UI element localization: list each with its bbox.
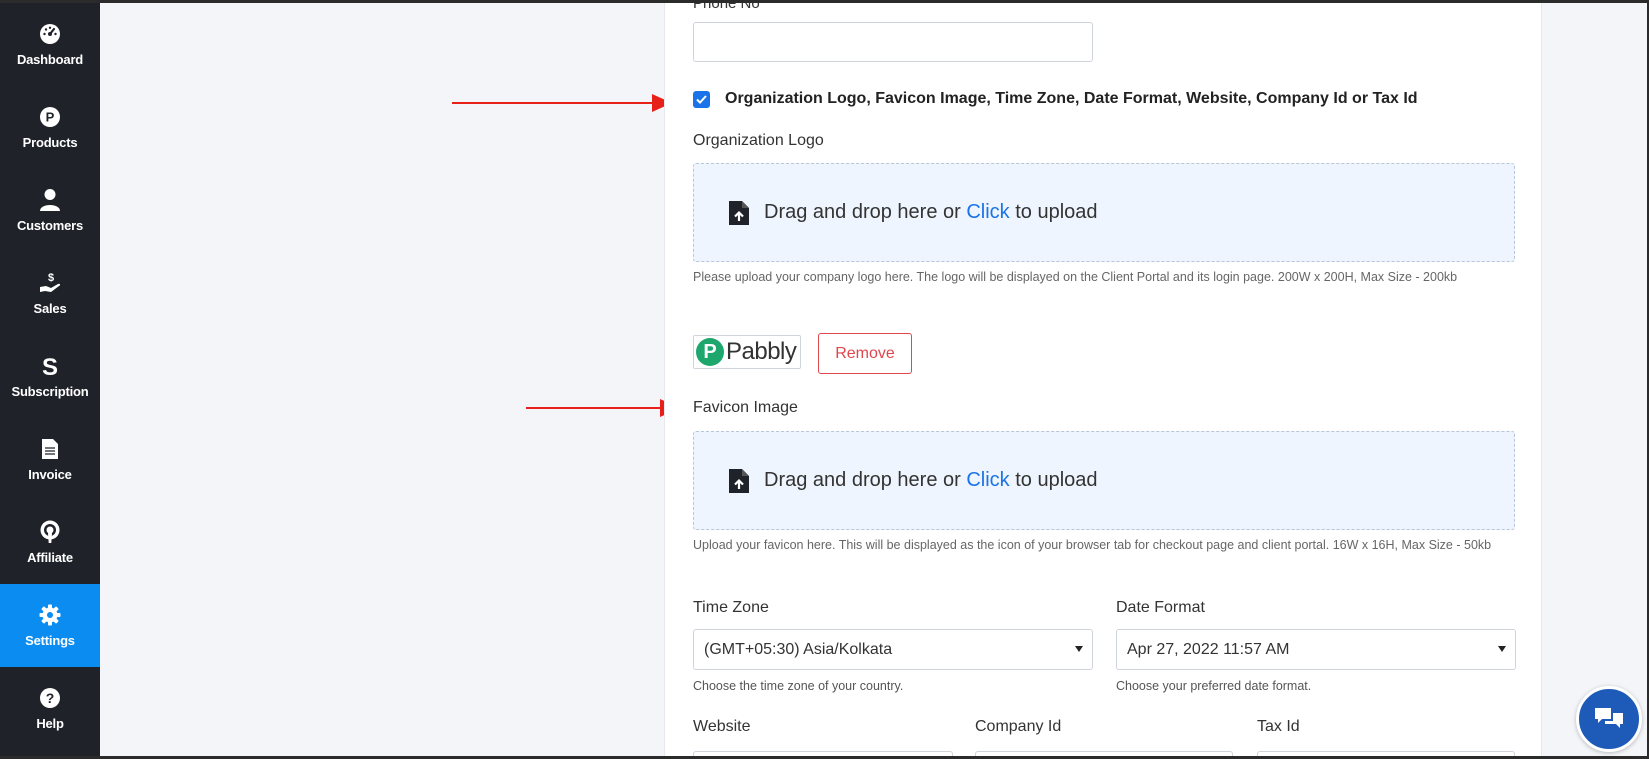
- sidebar-item-label: Products: [22, 135, 78, 150]
- sidebar-item-label: Affiliate: [27, 550, 73, 565]
- sidebar: Dashboard P Products Customers $ Sales S…: [0, 3, 100, 756]
- help-icon: ?: [38, 686, 62, 710]
- date-format-value: Apr 27, 2022 11:57 AM: [1127, 640, 1290, 658]
- annotation-arrow: [452, 94, 672, 112]
- date-format-select[interactable]: Apr 27, 2022 11:57 AM: [1116, 629, 1516, 670]
- favicon-dropzone[interactable]: Drag and drop here or Click to upload: [693, 431, 1515, 530]
- sidebar-item-label: Invoice: [28, 467, 72, 482]
- extra-fields-label: Organization Logo, Favicon Image, Time Z…: [725, 90, 1418, 107]
- dashboard-icon: [38, 22, 62, 46]
- svg-text:S: S: [42, 354, 58, 378]
- logo-preview-text: Pabbly: [726, 338, 797, 365]
- phone-label: Phone No: [693, 3, 760, 12]
- annotation-arrow: [526, 399, 680, 417]
- chevron-down-icon: [1498, 646, 1506, 652]
- affiliate-icon: [38, 520, 62, 544]
- time-zone-value: (GMT+05:30) Asia/Kolkata: [704, 640, 893, 658]
- svg-text:?: ?: [46, 690, 55, 706]
- sidebar-item-label: Subscription: [11, 384, 89, 399]
- favicon-help: Upload your favicon here. This will be d…: [693, 538, 1492, 552]
- pabbly-logo-icon: P: [696, 338, 724, 366]
- chevron-down-icon: [1075, 646, 1083, 652]
- click-upload-link[interactable]: Click: [966, 469, 1009, 491]
- website-input[interactable]: [693, 751, 953, 756]
- check-icon: [696, 94, 707, 104]
- file-upload-icon: [729, 200, 749, 225]
- time-zone-select[interactable]: (GMT+05:30) Asia/Kolkata: [693, 629, 1093, 670]
- sidebar-item-products[interactable]: P Products: [0, 86, 100, 169]
- customers-icon: [38, 188, 62, 212]
- phone-input[interactable]: [693, 22, 1093, 62]
- gear-icon: [38, 603, 62, 627]
- org-logo-dropzone[interactable]: Drag and drop here or Click to upload: [693, 163, 1515, 262]
- sidebar-item-dashboard[interactable]: Dashboard: [0, 3, 100, 86]
- date-format-help: Choose your preferred date format.: [1116, 679, 1312, 693]
- org-logo-label: Organization Logo: [693, 132, 824, 149]
- company-id-label: Company Id: [975, 718, 1062, 735]
- sidebar-item-settings[interactable]: Settings: [0, 584, 100, 667]
- sidebar-item-customers[interactable]: Customers: [0, 169, 100, 252]
- svg-text:$: $: [48, 272, 54, 284]
- remove-logo-button[interactable]: Remove: [818, 333, 912, 374]
- click-upload-link[interactable]: Click: [966, 201, 1009, 223]
- website-label: Website: [693, 718, 751, 735]
- sidebar-item-affiliate[interactable]: Affiliate: [0, 501, 100, 584]
- sales-icon: $: [38, 271, 62, 295]
- favicon-label: Favicon Image: [693, 399, 798, 416]
- sidebar-item-sales[interactable]: $ Sales: [0, 252, 100, 335]
- subscription-icon: S: [38, 354, 62, 378]
- extra-fields-toggle[interactable]: Organization Logo, Favicon Image, Time Z…: [693, 90, 1418, 108]
- logo-preview: P Pabbly: [693, 335, 801, 369]
- dropzone-text: Drag and drop here or Click to upload: [764, 201, 1098, 223]
- date-format-label: Date Format: [1116, 599, 1205, 616]
- sidebar-item-label: Settings: [25, 633, 75, 648]
- invoice-icon: [38, 437, 62, 461]
- sidebar-item-invoice[interactable]: Invoice: [0, 418, 100, 501]
- products-icon: P: [38, 105, 62, 129]
- time-zone-help: Choose the time zone of your country.: [693, 679, 904, 693]
- org-logo-help: Please upload your company logo here. Th…: [693, 270, 1458, 284]
- app-window: Dashboard P Products Customers $ Sales S…: [0, 3, 1647, 756]
- tax-id-input[interactable]: [1257, 751, 1515, 756]
- sidebar-item-label: Customers: [16, 218, 84, 233]
- chat-button[interactable]: [1576, 686, 1642, 752]
- company-id-input[interactable]: [975, 751, 1233, 756]
- sidebar-item-label: Sales: [33, 301, 67, 316]
- sidebar-item-label: Help: [36, 716, 64, 731]
- dropzone-text: Drag and drop here or Click to upload: [764, 469, 1098, 491]
- file-upload-icon: [729, 468, 749, 493]
- sidebar-item-help[interactable]: ? Help: [0, 667, 100, 750]
- sidebar-item-subscription[interactable]: S Subscription: [0, 335, 100, 418]
- tax-id-label: Tax Id: [1257, 718, 1300, 735]
- svg-text:P: P: [46, 110, 55, 125]
- time-zone-label: Time Zone: [693, 599, 769, 616]
- chat-bubbles-icon: [1595, 708, 1623, 728]
- extra-fields-checkbox[interactable]: [693, 90, 710, 108]
- sidebar-item-label: Dashboard: [16, 52, 84, 67]
- settings-form: Phone No Organization Logo, Favicon Imag…: [664, 3, 1542, 756]
